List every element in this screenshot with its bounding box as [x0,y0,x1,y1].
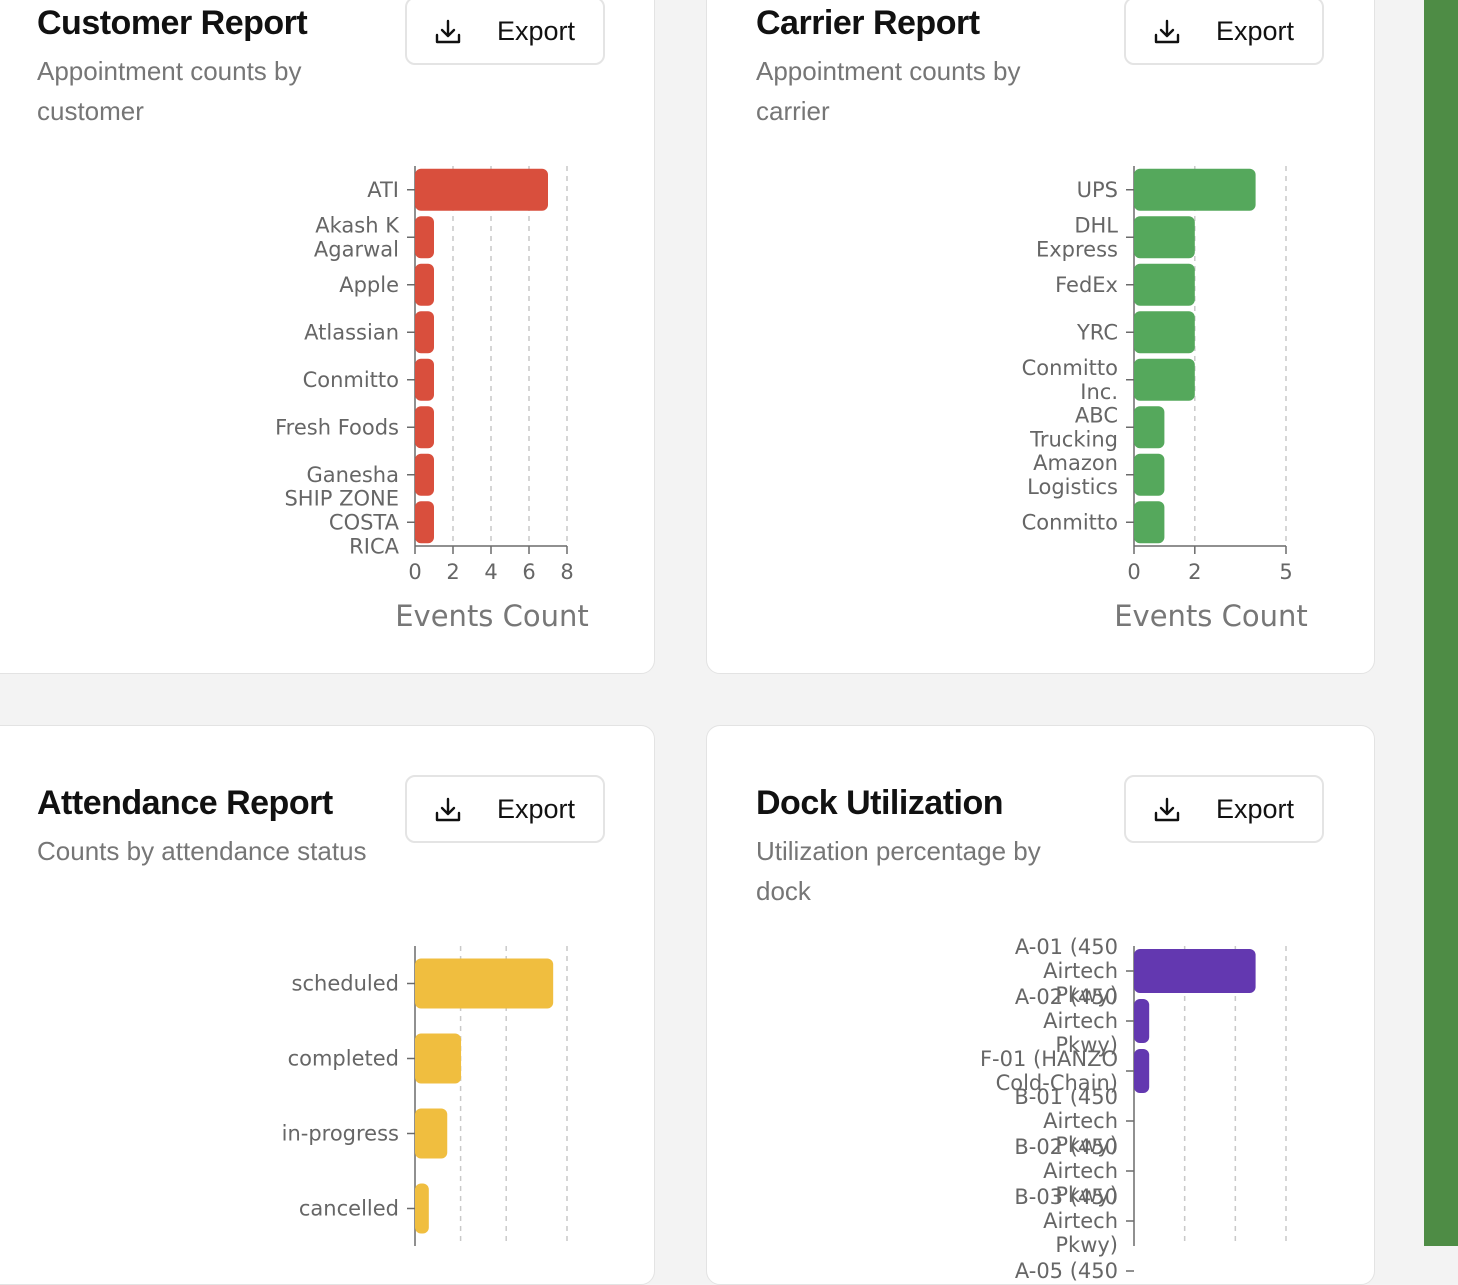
customer-category-label: Akash K Agarwal [314,213,400,261]
customer-x-tick-label: 8 [560,560,573,584]
customer-bar [415,406,434,449]
carrier-category-label-line: Trucking [1029,427,1118,451]
carrier-bar [1134,406,1165,449]
customer-category-label: Fresh Foods [275,415,399,439]
dock-category-label-line: A-01 (450 [1015,935,1118,959]
customer-category-label: SHIP ZONE COSTA RICA [284,486,399,558]
carrier-x-tick-label: 2 [1188,560,1201,584]
dock-category-label-line: F-01 (HANZO [980,1047,1118,1071]
carrier-category-label-line: Conmitto [1022,510,1118,534]
customer-bar [415,216,434,259]
customer-category-label-line: ATI [367,178,399,202]
carrier-category-label: UPS [1077,178,1118,202]
customer-x-tick-label: 6 [522,560,535,584]
carrier-category-label-line: Conmitto [1022,356,1118,380]
customer-category-label-line: Akash K [315,213,400,237]
attendance-bar [415,1108,448,1159]
customer-category-label-line: RICA [349,534,399,558]
customer-category-label-line: Agarwal [314,237,399,261]
dock-category-label-line: Airtech [1043,1209,1118,1233]
carrier-bar [1134,216,1195,259]
dock-category-label-line: Airtech [1043,959,1118,983]
attendance-category-label: cancelled [299,1197,399,1221]
carrier-category-label-line: UPS [1077,178,1118,202]
carrier-category-label-line: Inc. [1080,380,1118,404]
dock-category-label-line: Airtech [1043,1159,1118,1183]
customer-category-label-line: COSTA [329,510,400,534]
customer-category-label: Apple [339,273,399,297]
dock-category-label-line: Airtech [1043,1109,1118,1133]
carrier-x-tick-label: 0 [1127,560,1140,584]
dock-category-label-line: Airtech [1043,1009,1118,1033]
carrier-category-label: Conmitto [1022,510,1118,534]
carrier-bar [1134,311,1195,354]
customer-category-label-line: Ganesha [307,463,400,487]
customer-x-tick-label: 2 [446,560,459,584]
carrier-bar [1134,358,1195,401]
attendance-category-label-line: scheduled [292,972,399,996]
customer-bar [415,501,434,544]
attendance-category-label-line: cancelled [299,1197,399,1221]
customer-bar-chart: ATI Akash K Agarwal Apple Atlassian Conmitto F… [275,166,1308,1283]
carrier-category-label-line: YRC [1076,320,1118,344]
carrier-bar [1134,263,1195,306]
dock-category-label-line: A-05 (450 [1015,1259,1118,1283]
customer-category-label-line: Atlassian [304,320,399,344]
carrier-category-label-line: Logistics [1027,475,1118,499]
customer-bar [415,358,434,401]
customer-bar [415,263,434,306]
dock-category-label-line: B-02 (450 [1014,1135,1118,1159]
attendance-category-label-line: completed [288,1047,399,1071]
carrier-category-label-line: Amazon [1033,451,1118,475]
dock-category-label: A-05 (450 [1015,1259,1118,1283]
customer-bar [415,168,548,211]
attendance-category-label: completed [288,1047,399,1071]
carrier-bar [1134,453,1165,496]
carrier-category-label-line: FedEx [1055,273,1118,297]
customer-category-label-line: SHIP ZONE [284,486,399,510]
dock-category-label-line: A-02 (450 [1015,985,1118,1009]
customer-category-label-line: Fresh Foods [275,415,399,439]
attendance-category-label-line: in-progress [282,1122,399,1146]
carrier-bar [1134,501,1165,544]
customer-x-tick-label: 0 [408,560,421,584]
attendance-bar [415,958,554,1009]
carrier-x-tick-label: 5 [1279,560,1292,584]
customer-bar [415,311,434,354]
carrier-category-label: Conmitto Inc. [1022,356,1118,404]
customer-category-label: Atlassian [304,320,399,344]
carrier-bar [1134,168,1256,211]
customer-x-axis-title: Events Count [395,599,589,633]
carrier-category-label: ABC Trucking [1029,403,1118,451]
dock-category-label-line: B-01 (450 [1014,1085,1118,1109]
customer-category-label: ATI [367,178,399,202]
customer-x-tick-label: 4 [484,560,497,584]
dock-category-label-line: Pkwy) [1055,1233,1118,1257]
attendance-category-label: scheduled [292,972,399,996]
customer-category-label-line: Apple [339,273,399,297]
dock-bar [1134,949,1256,993]
carrier-category-label: FedEx [1055,273,1118,297]
carrier-category-label-line: DHL [1074,213,1118,237]
dock-category-label-line: B-03 (450 [1014,1185,1118,1209]
carrier-category-label: DHL Express [1036,213,1118,261]
customer-category-label: Conmitto [303,368,399,392]
carrier-category-label: YRC [1076,320,1118,344]
dock-bar [1134,999,1150,1043]
carrier-category-label: Amazon Logistics [1027,451,1118,499]
carrier-category-label-line: Express [1036,237,1118,261]
attendance-category-label: in-progress [282,1122,399,1146]
attendance-bar [415,1183,429,1234]
customer-bar [415,453,434,496]
dock-bar [1134,1049,1150,1093]
attendance-bar [415,1033,462,1084]
carrier-x-axis-title: Events Count [1114,599,1308,633]
customer-category-label: Ganesha [307,463,400,487]
carrier-category-label-line: ABC [1075,403,1118,427]
customer-category-label-line: Conmitto [303,368,399,392]
